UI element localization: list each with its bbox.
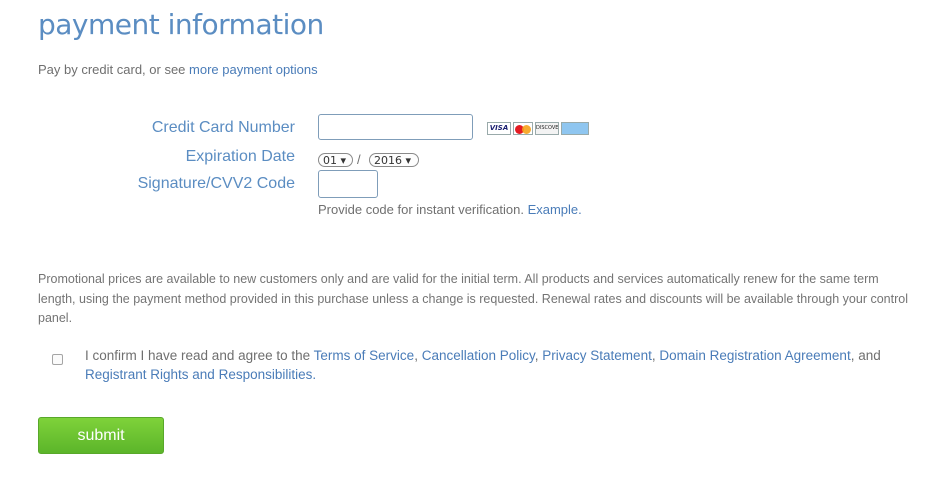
expiration-date-label: Expiration Date — [185, 148, 295, 165]
amex-logo — [561, 122, 589, 135]
domain-registration-agreement-link[interactable]: Domain Registration Agreement — [659, 348, 850, 363]
example-link[interactable]: Example. — [528, 202, 582, 217]
exp-month-value: 01 — [323, 154, 337, 167]
agreement-text: I confirm I have read and agree to the T… — [85, 346, 915, 384]
cvv-input[interactable] — [318, 170, 378, 198]
chevron-down-icon: ▾ — [340, 154, 347, 167]
more-payment-options-link[interactable]: more payment options — [189, 62, 318, 77]
mastercard-logo — [513, 122, 533, 135]
privacy-statement-link[interactable]: Privacy Statement — [542, 348, 652, 363]
cc-number-label: Credit Card Number — [151, 119, 295, 136]
exp-year-select[interactable]: 2016 ▾ — [369, 153, 419, 167]
registrant-rights-link[interactable]: Registrant Rights and Responsibilities. — [85, 367, 316, 382]
payment-subtitle: Pay by credit card, or see more payment … — [38, 62, 318, 77]
agreement-separator: , — [414, 348, 422, 363]
subtitle-text: Pay by credit card, or see — [38, 62, 190, 77]
chevron-down-icon: ▾ — [405, 154, 412, 167]
submit-button[interactable]: submit — [38, 417, 164, 454]
discover-logo: DISCOVER — [535, 122, 559, 135]
promo-disclaimer: Promotional prices are available to new … — [38, 272, 908, 325]
cancellation-policy-link[interactable]: Cancellation Policy — [422, 348, 535, 363]
terms-of-service-link[interactable]: Terms of Service — [314, 348, 415, 363]
agree-checkbox[interactable] — [52, 354, 63, 365]
cc-number-input[interactable] — [318, 114, 473, 140]
cvv-label: Signature/CVV2 Code — [137, 175, 295, 192]
accepted-cards: VISA DISCOVER — [487, 122, 589, 135]
cvv-hint: Provide code for instant verification. E… — [318, 202, 582, 217]
cvv-hint-text: Provide code for instant verification. — [318, 202, 528, 217]
exp-month-select[interactable]: 01 ▾ — [318, 153, 353, 167]
date-separator: / — [357, 152, 361, 167]
visa-logo: VISA — [487, 122, 511, 135]
page-title: payment information — [38, 8, 324, 41]
exp-year-value: 2016 — [374, 154, 402, 167]
agreement-prefix: I confirm I have read and agree to the — [85, 348, 314, 363]
agreement-separator: , and — [850, 348, 881, 363]
